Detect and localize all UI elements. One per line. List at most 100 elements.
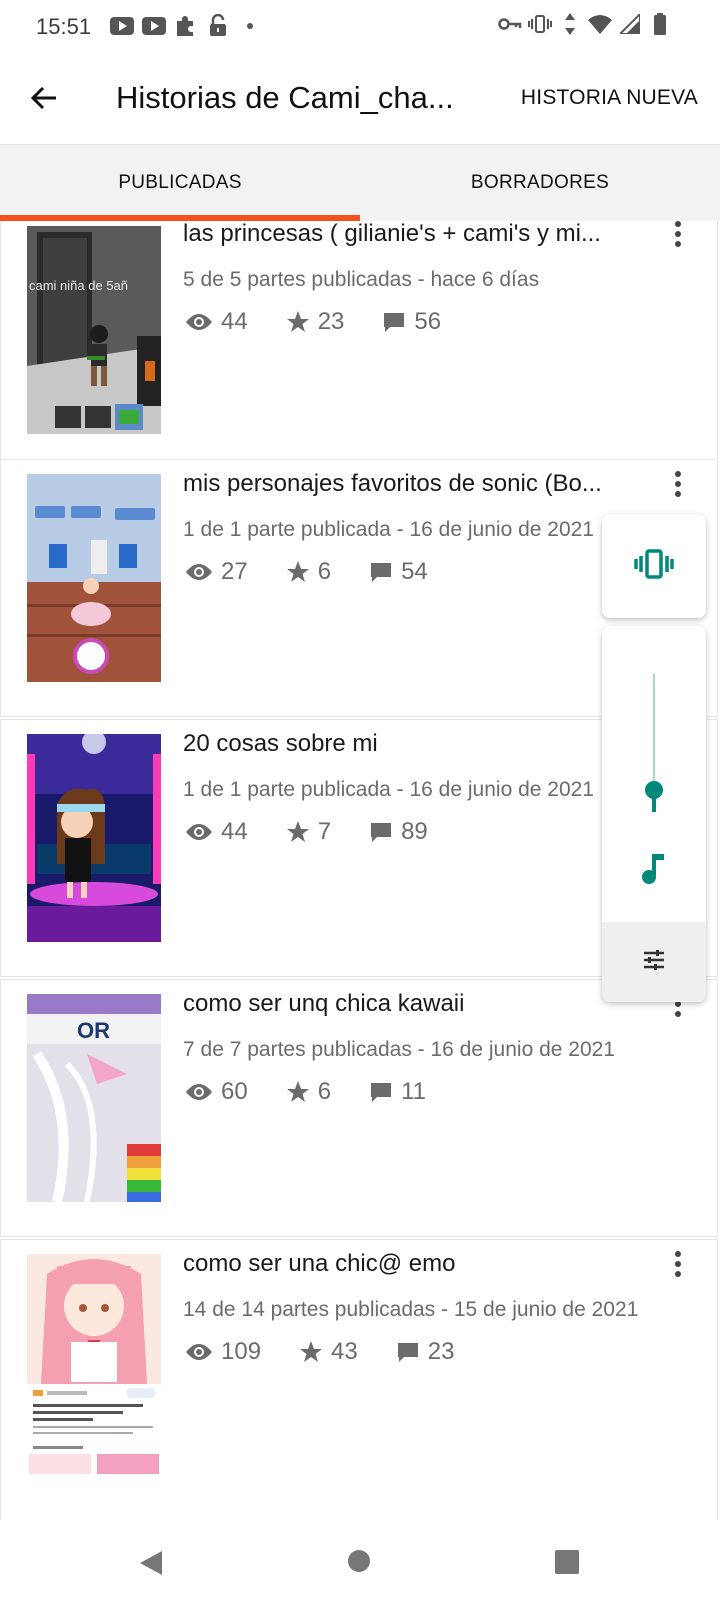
key-icon [498,12,522,36]
nav-recent-icon[interactable] [555,1550,579,1574]
star-icon [286,1081,309,1102]
story-meta: 5 de 5 partes publicadas - hace 6 días [183,268,540,291]
comments-count: 11 [401,1078,426,1105]
signal-icon [618,12,642,36]
cover-caption: OR [77,1018,110,1043]
ring-mode-button[interactable] [602,514,706,618]
eye-icon [186,1084,212,1100]
views-stat: 27 [185,558,248,586]
wifi-icon [588,12,612,36]
votes-count: 23 [317,308,345,335]
story-stats: 60 6 11 [185,1078,464,1106]
volume-settings-button[interactable] [602,922,706,1002]
nav-back-icon[interactable] [138,1550,164,1581]
story-card[interactable]: OR como ser unq chica kawaii 7 de 7 part… [0,979,718,1237]
eye-icon [186,1344,212,1360]
youtube-icon [110,14,134,38]
data-arrows-icon [558,12,582,36]
app-bar: Historias de Cami_cha... HISTORIA NUEVA [0,56,720,145]
story-stats: 27 6 54 [185,558,466,586]
comments-count: 89 [401,818,428,845]
story-cover: OR [27,994,161,1202]
unlock-icon [206,14,230,38]
views-stat: 44 [185,818,248,846]
page-title: Historias de Cami_cha... [116,80,454,115]
volume-panel [602,626,706,1002]
story-title[interactable]: 20 cosas sobre mi [183,730,643,758]
story-stats: 44 23 56 [185,308,479,336]
comment-icon [371,563,392,582]
status-bar: 15:51 [0,0,720,56]
status-right-icons [498,12,672,36]
comment-icon [384,313,405,332]
puzzle-icon [174,14,198,38]
views-count: 60 [221,1078,248,1105]
comment-icon [371,823,392,842]
battery-icon [648,12,672,36]
eye-icon [186,564,212,580]
youtube-icon [142,14,166,38]
comments-stat: 56 [382,308,441,336]
story-card[interactable]: como ser una chic@ emo 14 de 14 partes p… [0,1239,718,1521]
votes-count: 6 [317,558,332,585]
tab-drafts[interactable]: BORRADORES [360,145,720,221]
navigation-bar [0,1520,720,1600]
back-button[interactable] [22,78,66,122]
eye-icon [186,314,212,330]
story-title[interactable]: como ser una chic@ emo [183,1250,643,1278]
story-cover [27,1254,161,1474]
arrow-back-icon [30,84,58,117]
tab-bar: PUBLICADAS BORRADORES [0,145,720,221]
tune-icon [642,949,666,976]
status-left-icons [110,14,262,38]
story-title[interactable]: las princesas ( gilianie's + cami's y mi… [183,221,643,248]
vibrate-icon [634,548,674,584]
star-icon [286,561,309,582]
views-stat: 109 [185,1338,261,1366]
votes-stat: 7 [286,818,331,846]
tab-published[interactable]: PUBLICADAS [0,145,360,221]
star-icon [286,821,309,842]
more-options-icon[interactable] [665,1244,691,1284]
vibrate-icon [528,12,552,36]
story-meta: 14 de 14 partes publicadas - 15 de junio… [183,1298,639,1321]
views-count: 109 [221,1338,262,1365]
more-options-icon[interactable] [665,464,691,504]
views-count: 44 [221,308,248,335]
views-count: 27 [221,558,248,585]
story-stats: 109 43 23 [185,1338,492,1366]
story-stats: 44 7 89 [185,818,466,846]
comments-stat: 54 [369,558,428,586]
votes-count: 6 [317,1078,332,1105]
comments-stat: 89 [369,818,428,846]
story-title[interactable]: mis personajes favoritos de sonic (Bo... [183,470,643,498]
views-stat: 44 [185,308,248,336]
comments-stat: 11 [369,1078,426,1106]
comments-stat: 23 [396,1338,455,1366]
comment-icon [371,1083,392,1102]
eye-icon [186,824,212,840]
votes-count: 43 [331,1338,358,1365]
votes-count: 7 [317,818,332,845]
views-stat: 60 [185,1078,248,1106]
music-note-icon[interactable] [640,852,668,891]
comments-count: 56 [414,308,442,335]
cover-caption: cami niña de 5añ [29,278,128,293]
story-card[interactable]: cami niña de 5añ las princesas ( giliani… [0,221,718,467]
new-story-button[interactable]: HISTORIA NUEVA [521,86,698,110]
more-options-icon[interactable] [665,221,691,254]
story-title[interactable]: como ser unq chica kawaii [183,990,643,1018]
volume-slider-thumb[interactable] [645,780,663,799]
votes-stat: 6 [286,558,331,586]
views-count: 44 [221,818,248,845]
status-time: 15:51 [36,14,92,39]
comments-count: 54 [401,558,428,585]
dot-icon [238,14,262,38]
comment-icon [397,1343,418,1362]
nav-home-icon[interactable] [348,1550,370,1572]
story-meta: 7 de 7 partes publicadas - 16 de junio d… [183,1038,615,1061]
star-icon [300,1341,323,1362]
story-cover: cami niña de 5añ [27,226,161,434]
comments-count: 23 [427,1338,455,1365]
story-cover [27,734,161,942]
